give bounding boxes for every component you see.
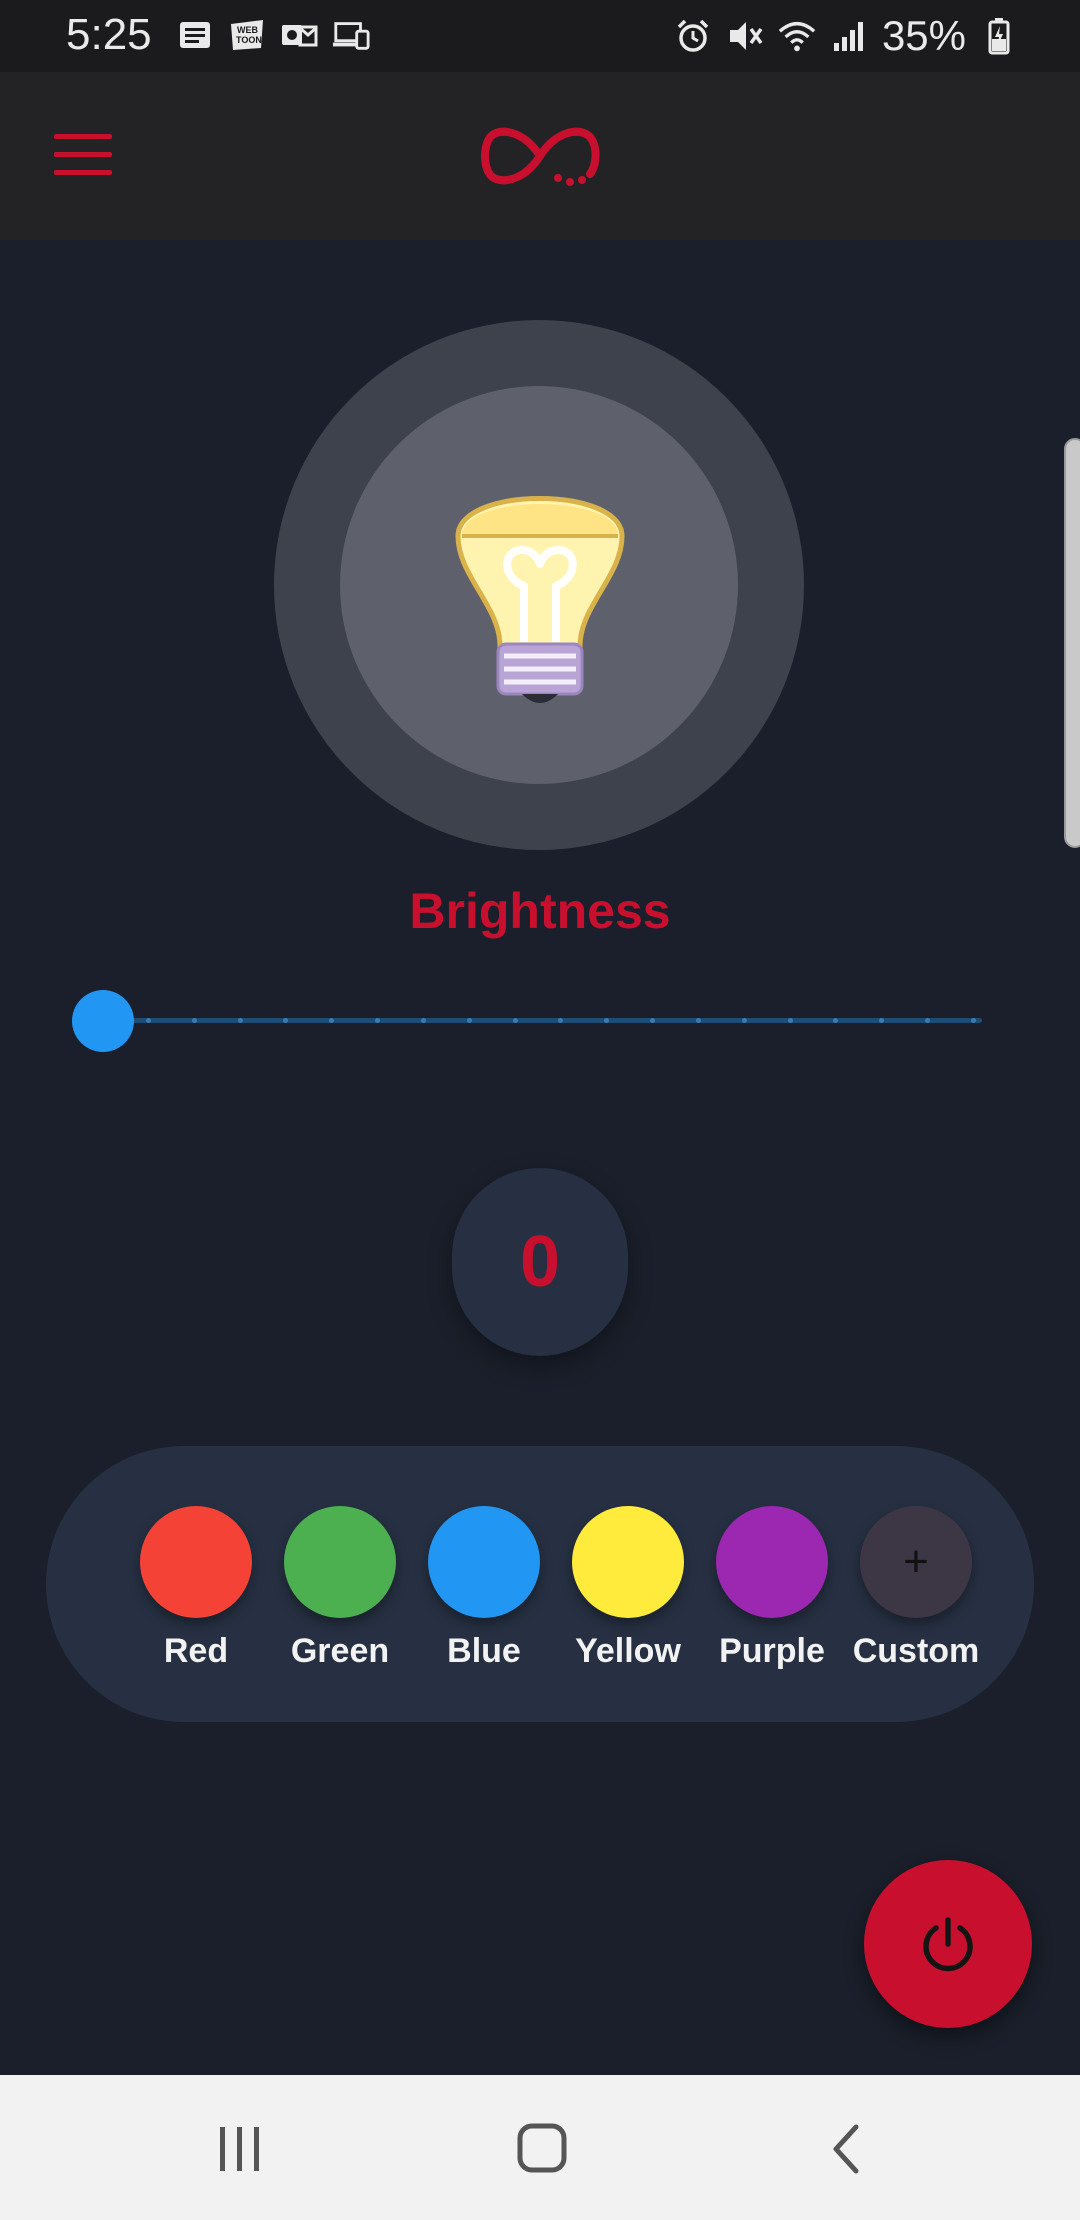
devices-icon [332, 16, 370, 54]
back-icon[interactable] [818, 2121, 878, 2177]
home-icon[interactable] [512, 2121, 572, 2177]
wifi-icon [778, 17, 816, 55]
color-swatch [428, 1506, 540, 1618]
brightness-label: Brightness [409, 883, 671, 939]
color-swatch [716, 1506, 828, 1618]
color-red-button[interactable]: Red [124, 1506, 268, 1671]
color-label: Custom [852, 1632, 980, 1670]
webtoon-icon: WEB TOON [228, 16, 266, 54]
color-purple-button[interactable]: Purple [700, 1506, 844, 1671]
recent-apps-icon[interactable] [210, 2121, 270, 2177]
color-swatch: + [860, 1506, 972, 1618]
alarm-icon [674, 17, 712, 55]
brightness-value: 0 [452, 1168, 628, 1356]
system-status-icons: 35% [674, 12, 1018, 60]
hamburger-menu-icon[interactable] [54, 134, 112, 180]
color-label: Green [290, 1632, 390, 1670]
light-bulb-icon [455, 496, 625, 703]
color-green-button[interactable]: Green [268, 1506, 412, 1671]
color-swatch [572, 1506, 684, 1618]
color-label: Red [163, 1632, 229, 1670]
mute-icon [726, 17, 764, 55]
notification-icons: WEB TOON [176, 16, 370, 54]
news-icon [176, 16, 214, 54]
scroll-edge-handle[interactable] [1064, 438, 1080, 848]
battery-percent: 35% [881, 12, 966, 59]
app-bar [0, 72, 1080, 240]
color-swatch [140, 1506, 252, 1618]
color-label: Yellow [575, 1632, 681, 1670]
system-nav-bar [0, 2075, 1080, 2220]
bulb-toggle[interactable] [274, 320, 804, 850]
color-swatch [284, 1506, 396, 1618]
status-time: 5:25 [66, 10, 152, 59]
signal-icon [830, 17, 868, 55]
battery-icon [980, 17, 1018, 55]
status-bar: 5:25 WEB TOON 35% [0, 0, 1080, 72]
power-icon [923, 1917, 973, 1972]
color-presets-panel: Red Green Blue Yellow Purple + Custom [46, 1446, 1034, 1722]
bulb-inner-circle [340, 386, 738, 784]
svg-text:WEB: WEB [237, 25, 258, 35]
color-yellow-button[interactable]: Yellow [556, 1506, 700, 1671]
color-label: Blue [447, 1632, 521, 1670]
color-custom-button[interactable]: + Custom [844, 1506, 988, 1671]
svg-text:TOON: TOON [236, 35, 262, 45]
plus-icon: + [903, 1537, 929, 1586]
infinity-logo-icon [476, 120, 604, 192]
power-button[interactable] [864, 1860, 1032, 2028]
color-label: Purple [719, 1632, 825, 1670]
outlook-icon [280, 16, 318, 54]
slider-ticks [146, 1018, 976, 1023]
slider-thumb[interactable] [72, 990, 134, 1052]
brightness-slider[interactable] [72, 990, 982, 1052]
color-blue-button[interactable]: Blue [412, 1506, 556, 1671]
